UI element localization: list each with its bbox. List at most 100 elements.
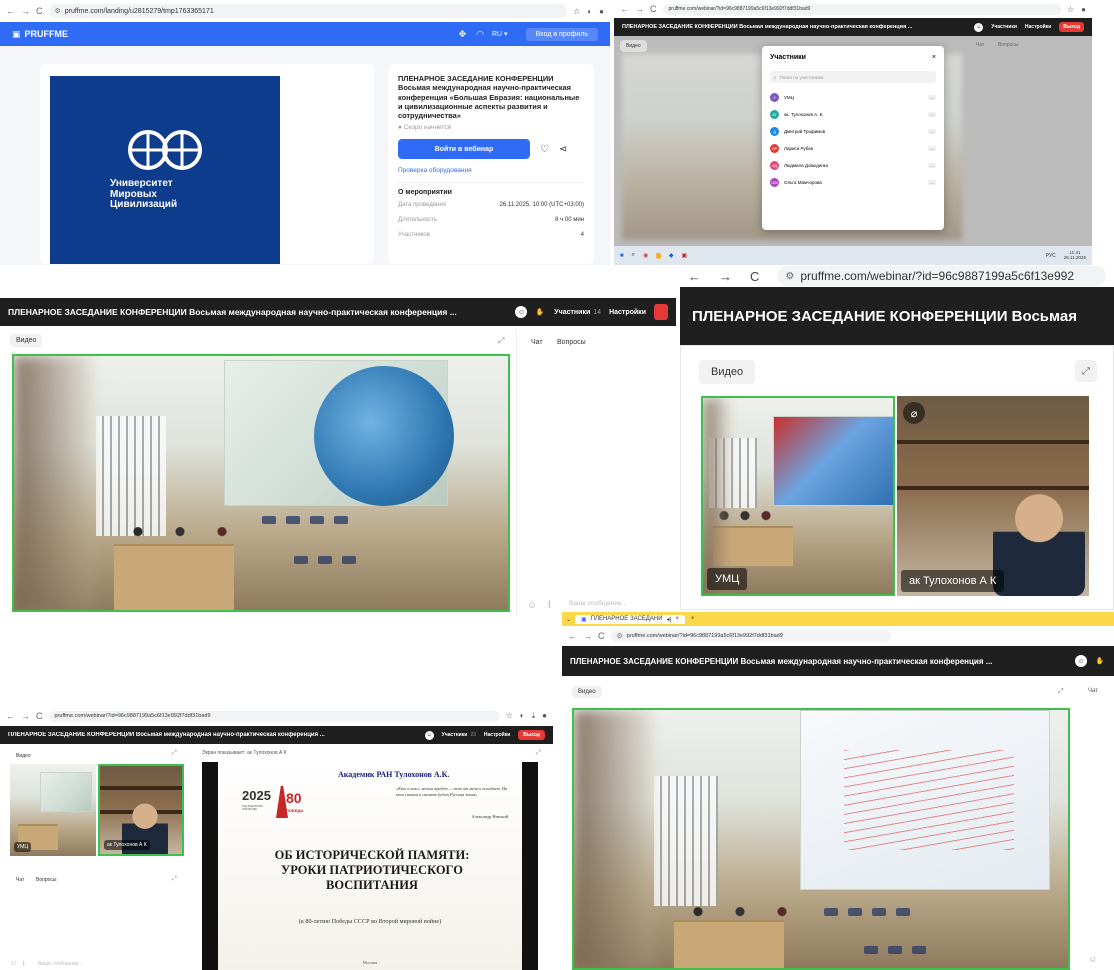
- reload-icon[interactable]: C: [650, 4, 657, 14]
- new-tab-icon[interactable]: +: [691, 616, 695, 622]
- video-tile-umc[interactable]: УМЦ: [10, 764, 96, 856]
- emoji-icon[interactable]: ☺: [515, 306, 528, 318]
- video-tile-umc[interactable]: УМЦ: [701, 396, 895, 596]
- questions-tab[interactable]: Вопросы: [998, 42, 1018, 48]
- more-icon[interactable]: …: [928, 112, 936, 117]
- emoji-icon[interactable]: ☺: [974, 22, 984, 32]
- profile-icon[interactable]: ●: [542, 711, 547, 721]
- participant-row[interactable]: АТ ак. Тулохонов А. К.…: [770, 106, 936, 123]
- settings-button[interactable]: Настройки: [1025, 24, 1051, 30]
- more-icon[interactable]: …: [928, 146, 936, 151]
- emoji-icon[interactable]: ☺: [1075, 655, 1087, 667]
- star-icon[interactable]: ☆: [506, 711, 513, 721]
- equipment-check-link[interactable]: Проверка оборудования: [398, 167, 584, 174]
- app-icon[interactable]: ◆: [669, 252, 674, 259]
- favorite-icon[interactable]: ♡: [540, 144, 549, 155]
- questions-tab[interactable]: Вопросы: [30, 874, 62, 886]
- participants-button[interactable]: Участники 14: [554, 309, 601, 316]
- chat-tab[interactable]: Чат: [976, 42, 984, 48]
- exit-button[interactable]: Выход: [518, 730, 545, 740]
- expand-icon[interactable]: ⤢: [536, 750, 541, 757]
- back-icon[interactable]: ←: [568, 631, 577, 641]
- emoji-icon[interactable]: ☺: [424, 730, 434, 740]
- reload-icon[interactable]: C: [750, 269, 759, 284]
- message-input[interactable]: Ваше сообщение...: [569, 600, 627, 607]
- forward-icon[interactable]: →: [583, 631, 592, 641]
- expand-icon[interactable]: ⤢: [172, 876, 177, 883]
- hand-icon[interactable]: ✋: [1094, 655, 1106, 667]
- download-icon[interactable]: ⤓: [532, 711, 536, 721]
- star-icon[interactable]: ☆: [573, 7, 580, 16]
- exit-button[interactable]: [654, 304, 668, 320]
- back-icon[interactable]: ←: [620, 4, 629, 14]
- exit-button[interactable]: Выход: [1059, 22, 1084, 32]
- more-icon[interactable]: …: [928, 129, 936, 134]
- video-tile-tulokhonov[interactable]: ⌀ ак Тулохонов А К: [897, 396, 1089, 596]
- participants-button[interactable]: Участники 23: [442, 732, 476, 738]
- address-bar[interactable]: pruffme.com/webinar/?id=96c9887199a5c6f1…: [48, 710, 500, 722]
- address-bar[interactable]: pruffme.com/webinar/?id=96c9887199a5c6f1…: [662, 3, 1061, 15]
- address-bar[interactable]: ⚙ pruffme.com/webinar/?id=96c9887199a5c6f…: [610, 630, 891, 642]
- participant-row[interactable]: У УМЦ…: [770, 89, 936, 106]
- share-icon[interactable]: ⋖: [559, 144, 567, 155]
- close-icon[interactable]: ×: [932, 54, 936, 61]
- forward-icon[interactable]: →: [635, 4, 644, 14]
- forward-icon[interactable]: →: [21, 6, 30, 16]
- close-tab-icon[interactable]: ×: [676, 616, 680, 622]
- explorer-icon[interactable]: ▆: [656, 252, 661, 259]
- expand-icon[interactable]: ⤢: [498, 336, 504, 346]
- participant-row[interactable]: ЛР Лариса Рубан…: [770, 140, 936, 157]
- emoji-icon[interactable]: ☺: [10, 960, 17, 967]
- login-button[interactable]: Вход в профиль: [525, 27, 598, 41]
- reload-icon[interactable]: C: [36, 711, 43, 721]
- pdf-icon[interactable]: ▣: [682, 252, 688, 259]
- windows-start-icon[interactable]: ■: [620, 253, 624, 259]
- site-settings-icon[interactable]: ⚙: [785, 271, 794, 282]
- emoji-icon[interactable]: ☺: [1088, 954, 1097, 964]
- message-input[interactable]: Ваше сообщение...: [38, 961, 83, 967]
- more-icon[interactable]: …: [928, 95, 936, 100]
- back-icon[interactable]: ←: [688, 269, 701, 284]
- join-webinar-button[interactable]: Войти в вебинар: [398, 139, 530, 160]
- settings-button[interactable]: Настройки: [484, 732, 510, 738]
- expand-icon[interactable]: ⤢: [172, 750, 177, 757]
- headset-icon[interactable]: ◠: [476, 29, 484, 40]
- extensions-icon[interactable]: ◐: [587, 7, 592, 16]
- participant-row[interactable]: ЛД Людмила Довыденко…: [770, 157, 936, 174]
- reload-icon[interactable]: C: [36, 6, 43, 16]
- back-icon[interactable]: ←: [6, 6, 15, 16]
- main-video[interactable]: [572, 708, 1070, 970]
- participant-row[interactable]: ОМ Ольга Мамчорова…: [770, 174, 936, 191]
- questions-tab[interactable]: Вопросы: [551, 336, 592, 349]
- apps-icon[interactable]: ✥: [459, 29, 467, 40]
- emoji-icon[interactable]: ☺: [527, 600, 537, 611]
- settings-button[interactable]: Настройки: [609, 309, 646, 316]
- participant-search-input[interactable]: ⌕ Поиск по участникам: [770, 71, 936, 83]
- expand-icon[interactable]: ⤢: [1058, 688, 1064, 696]
- forward-icon[interactable]: →: [719, 269, 732, 284]
- chat-tab[interactable]: Чат: [525, 336, 549, 349]
- hand-icon[interactable]: ✋: [534, 306, 546, 318]
- speaker-icon[interactable]: ◂): [667, 616, 672, 623]
- main-video[interactable]: [12, 354, 510, 612]
- address-bar[interactable]: ⚙ pruffme.com/webinar/?id=96c9887199a5c6f…: [777, 266, 1106, 286]
- attach-icon[interactable]: ⌇: [547, 600, 552, 611]
- forward-icon[interactable]: →: [21, 711, 30, 721]
- star-icon[interactable]: ☆: [1067, 5, 1074, 14]
- address-bar[interactable]: ⚙ pruffme.com/landing/u2815279/tmp1763365…: [48, 4, 568, 18]
- participant-row[interactable]: Д Дмитрий Трофимов…: [770, 123, 936, 140]
- tab-list-icon[interactable]: ⌄: [566, 616, 571, 623]
- more-icon[interactable]: …: [928, 180, 936, 185]
- chat-tab[interactable]: Чат: [10, 874, 30, 886]
- chat-tab[interactable]: Чат: [1088, 688, 1098, 694]
- search-icon[interactable]: ⌕: [632, 252, 635, 259]
- more-icon[interactable]: …: [928, 163, 936, 168]
- expand-icon[interactable]: ⤢: [1075, 360, 1097, 382]
- video-tile-tulokhonov[interactable]: ак Тулохонов А К: [98, 764, 184, 856]
- profile-icon[interactable]: ●: [1081, 5, 1086, 14]
- browser-tab[interactable]: ▣ ПЛЕНАРНОЕ ЗАСЕДАНИ ◂) ×: [575, 614, 686, 624]
- profile-icon[interactable]: ●: [599, 7, 604, 16]
- site-settings-icon[interactable]: ⚙: [55, 7, 61, 15]
- taskbar-lang[interactable]: РУС: [1046, 253, 1056, 259]
- back-icon[interactable]: ←: [6, 711, 15, 721]
